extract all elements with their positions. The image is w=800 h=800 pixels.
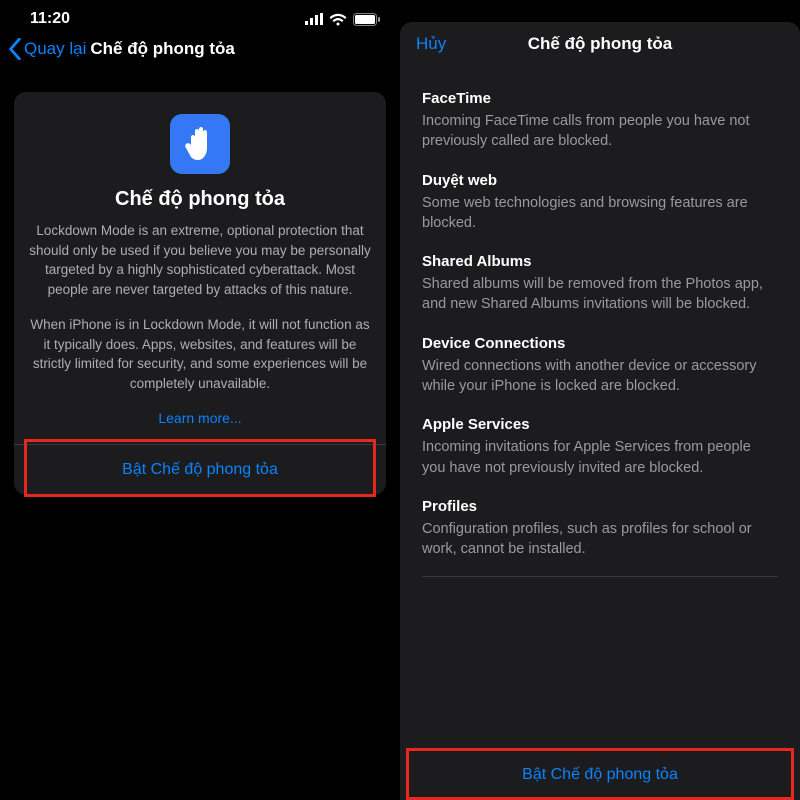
section-body: Incoming FaceTime calls from people you … [422,111,778,152]
lockdown-card: Chế độ phong tỏa Lockdown Mode is an ext… [14,92,386,495]
enable-lockdown-button[interactable]: Bật Chế độ phong tỏa [28,445,372,495]
wifi-icon [329,13,347,26]
sheet-body[interactable]: FaceTime Incoming FaceTime calls from pe… [400,66,800,750]
section-title: Shared Albums [422,253,778,270]
section-body: Shared albums will be removed from the P… [422,274,778,315]
section-title: Apple Services [422,416,778,433]
status-time: 11:20 [30,10,70,28]
section-apple-services: Apple Services Incoming invitations for … [422,416,778,478]
battery-icon [353,13,380,26]
cellular-icon [305,13,323,25]
page-title: Chế độ phong tỏa [90,39,388,59]
learn-more-link[interactable]: Learn more... [28,410,372,444]
sheet-backdrop [400,0,800,22]
section-facetime: FaceTime Incoming FaceTime calls from pe… [422,90,778,152]
status-bar: 11:20 [0,0,400,32]
lockdown-hand-icon [170,114,230,174]
lockdown-info-sheet: Hủy Chế độ phong tỏa FaceTime Incoming F… [400,22,800,800]
right-screen: Hủy Chế độ phong tỏa FaceTime Incoming F… [400,0,800,800]
enable-lockdown-button[interactable]: Bật Chế độ phong tỏa [400,750,800,800]
back-button[interactable]: Quay lại [8,38,86,60]
section-web: Duyệt web Some web technologies and brow… [422,172,778,234]
section-title: FaceTime [422,90,778,107]
back-label: Quay lại [24,39,86,59]
section-body: Configuration profiles, such as profiles… [422,519,778,560]
card-title: Chế độ phong tỏa [28,188,372,211]
nav-bar: Quay lại Chế độ phong tỏa [0,32,400,74]
section-title: Profiles [422,498,778,515]
card-para-1: Lockdown Mode is an extreme, optional pr… [28,221,372,299]
section-device-connections: Device Connections Wired connections wit… [422,335,778,397]
status-icons [305,13,380,26]
section-title: Device Connections [422,335,778,352]
cancel-button[interactable]: Hủy [416,34,446,54]
section-shared-albums: Shared Albums Shared albums will be remo… [422,253,778,315]
sheet-header: Hủy Chế độ phong tỏa [400,22,800,66]
section-body: Wired connections with another device or… [422,356,778,397]
section-title: Duyệt web [422,172,778,189]
left-screen: 11:20 Quay lại Chế độ phong tỏa Chế độ p… [0,0,400,800]
section-body: Incoming invitations for Apple Services … [422,437,778,478]
section-profiles: Profiles Configuration profiles, such as… [422,498,778,560]
chevron-left-icon [8,38,22,60]
sheet-title: Chế độ phong tỏa [416,34,784,54]
divider [422,576,778,577]
section-body: Some web technologies and browsing featu… [422,193,778,234]
card-para-2: When iPhone is in Lockdown Mode, it will… [28,315,372,393]
